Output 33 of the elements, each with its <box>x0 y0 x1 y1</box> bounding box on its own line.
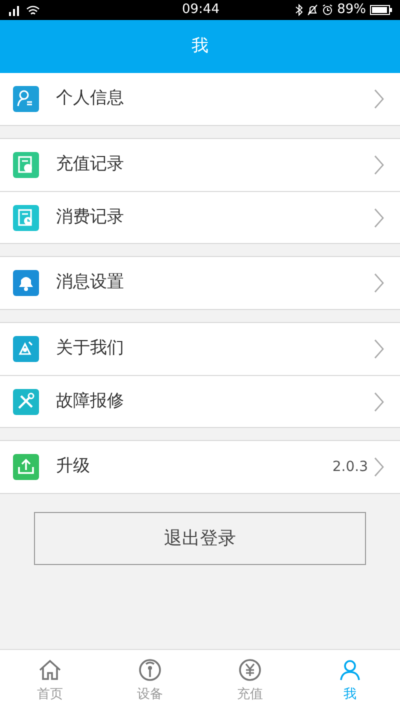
chevron-icon <box>374 208 384 228</box>
version-text: 2.0.3 <box>332 458 368 476</box>
chevron-icon <box>374 273 384 293</box>
profile-icon <box>13 86 39 112</box>
tools-icon <box>13 388 39 414</box>
alarm-icon <box>322 4 334 16</box>
record-icon <box>13 204 39 230</box>
signal-icon <box>8 4 22 16</box>
record-icon <box>13 152 39 178</box>
mute-icon <box>307 4 318 16</box>
yen-coin-icon <box>237 656 263 683</box>
wifi-icon <box>26 4 40 16</box>
chevron-icon <box>374 392 384 412</box>
chevron-icon <box>374 155 384 175</box>
upload-icon <box>13 454 39 480</box>
antenna-icon <box>137 656 163 683</box>
battery-percent: 89% <box>337 1 366 20</box>
menu-label: 消费记录 <box>56 206 124 229</box>
chevron-icon <box>374 457 384 477</box>
menu-label: 升级 <box>56 455 90 478</box>
page-title: 我 <box>192 34 208 58</box>
menu-label: 故障报修 <box>56 390 124 413</box>
bluetooth-icon <box>295 4 304 16</box>
chevron-icon <box>374 339 384 359</box>
menu-label: 充值记录 <box>56 153 124 176</box>
status-time: 09:44 <box>182 1 220 20</box>
chevron-icon <box>374 89 384 109</box>
menu-label: 个人信息 <box>56 87 124 110</box>
menu-label: 消息设置 <box>56 271 124 294</box>
battery-icon <box>370 5 392 15</box>
logout-button[interactable]: 退出登录 <box>34 512 366 565</box>
bell-icon <box>13 270 39 296</box>
menu-label: 关于我们 <box>56 337 124 360</box>
